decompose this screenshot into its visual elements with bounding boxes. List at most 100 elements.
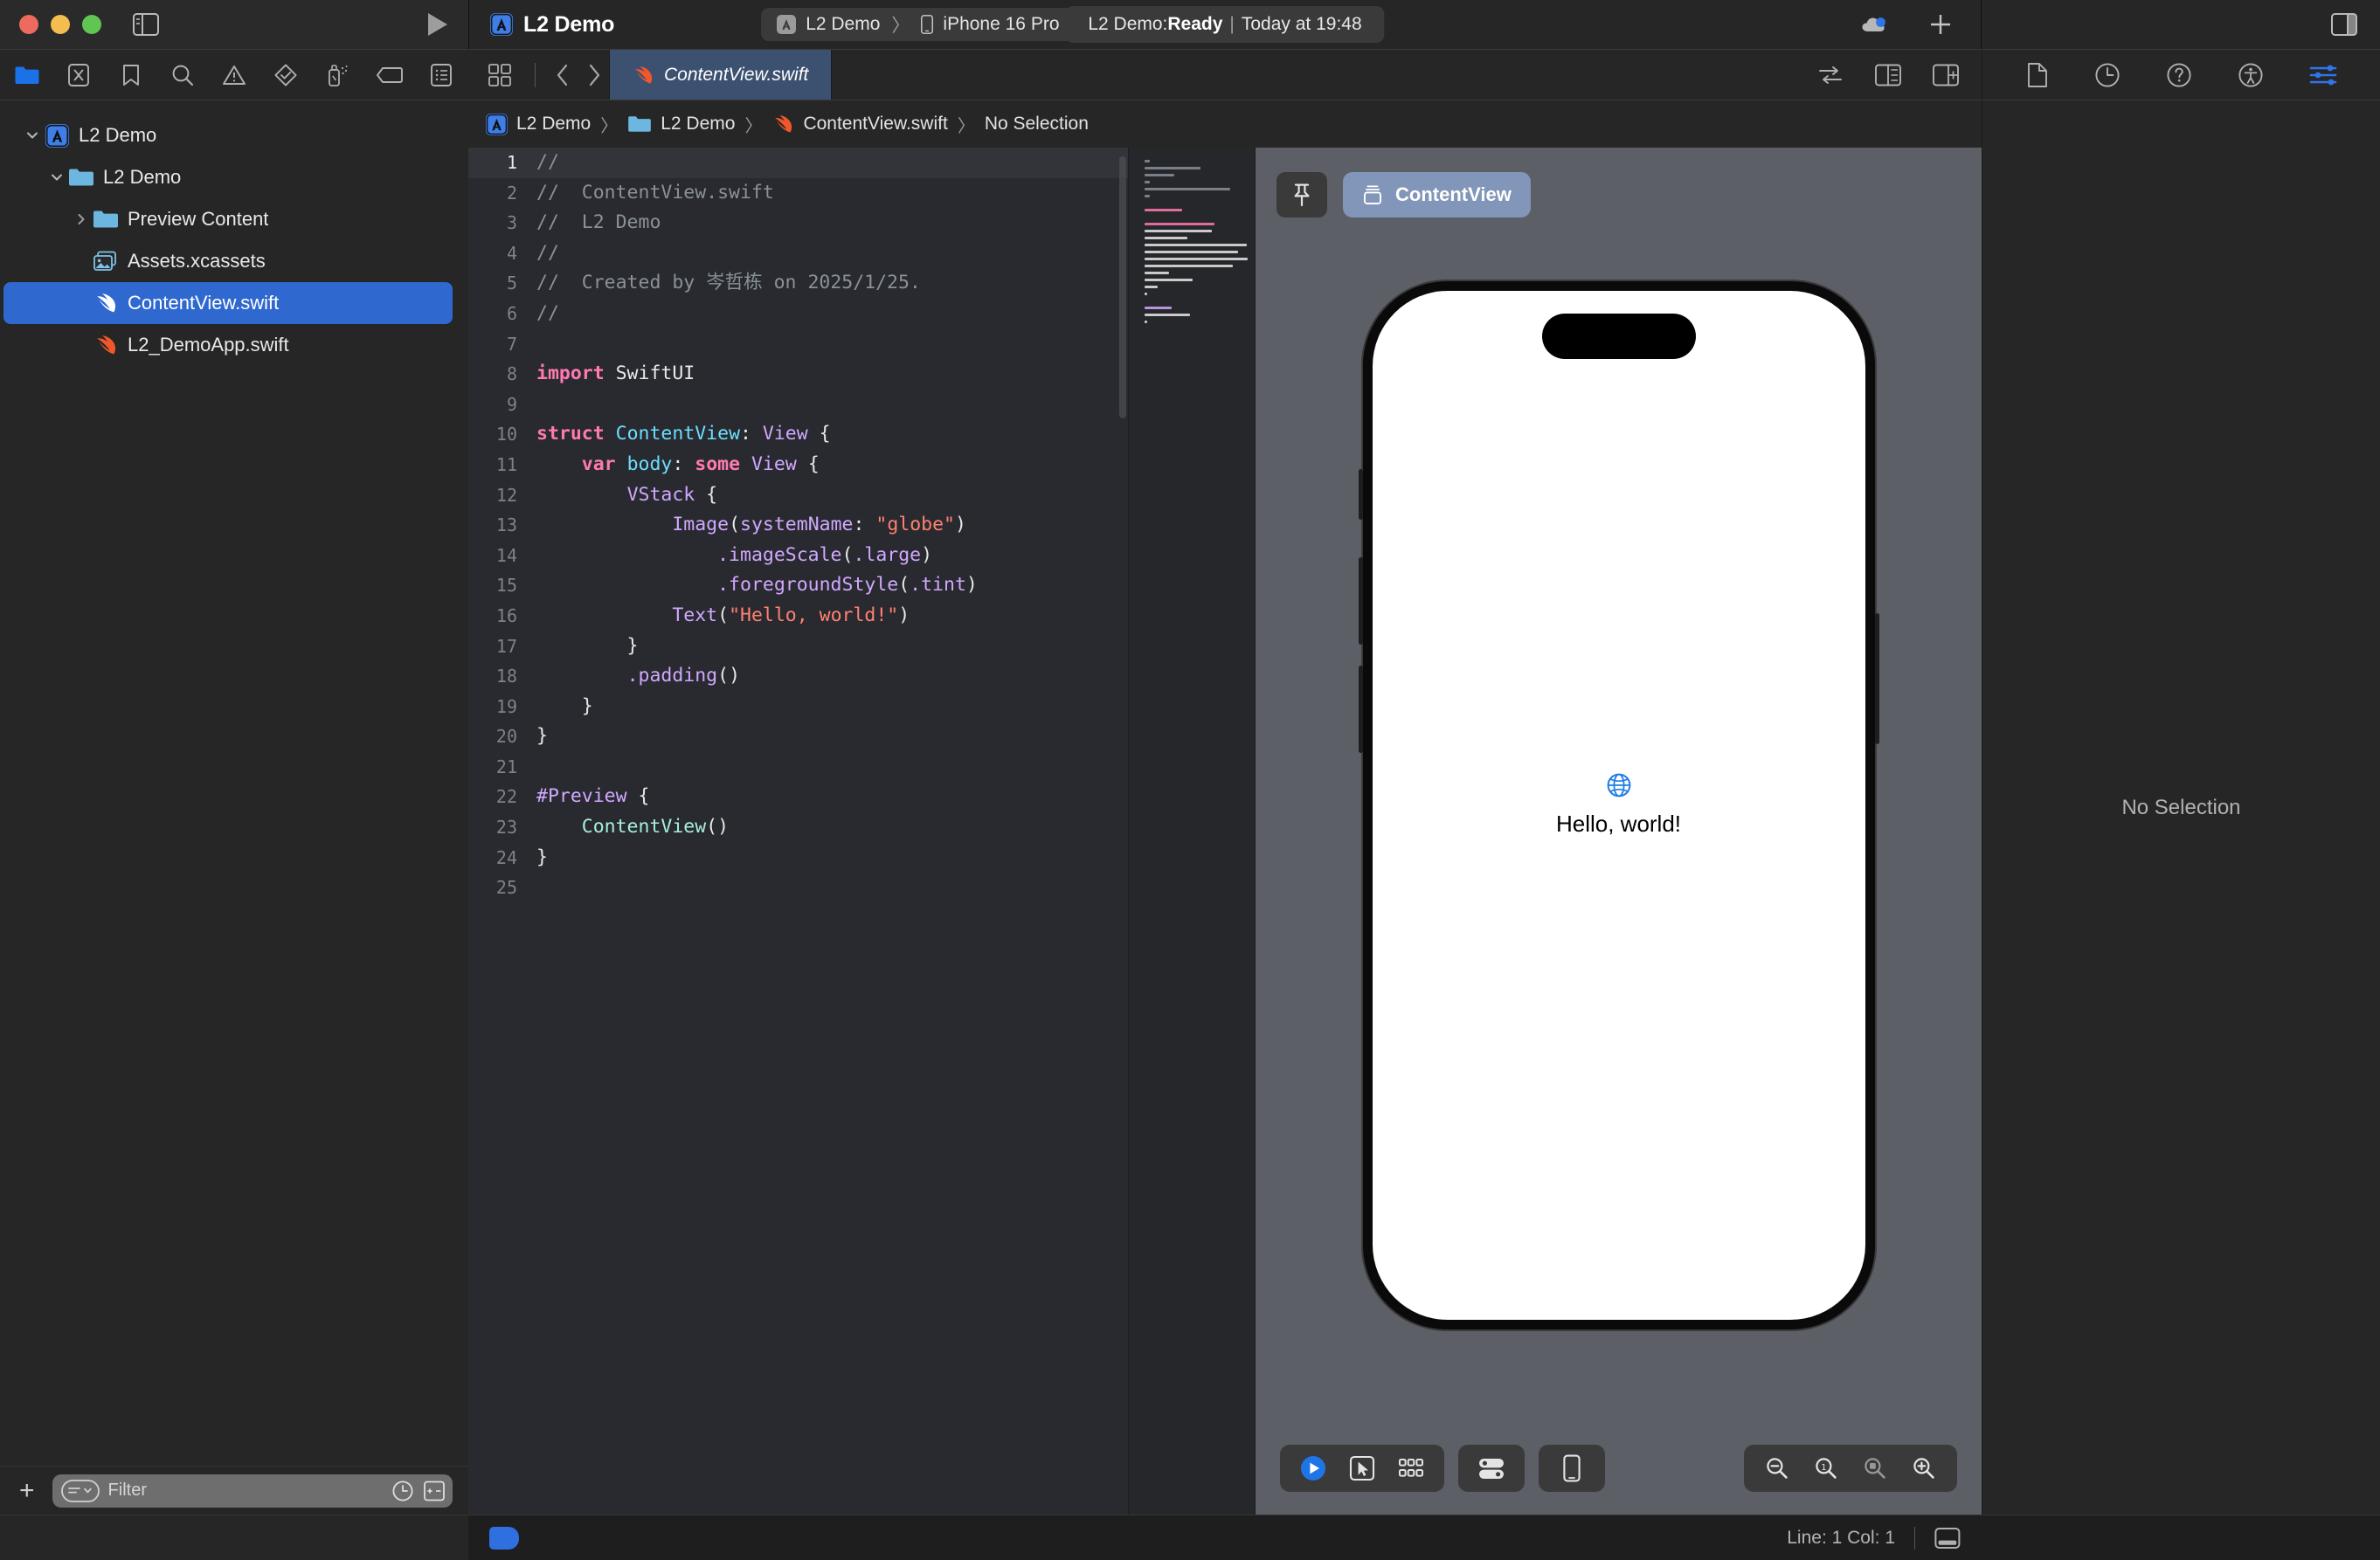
console-toggle-icon[interactable] — [1934, 1527, 1961, 1550]
cloud-status-icon[interactable] — [1860, 14, 1890, 35]
zoom-out-icon[interactable] — [1753, 1445, 1802, 1492]
sliders-icon[interactable] — [2309, 64, 2337, 86]
clock-icon[interactable] — [391, 1480, 414, 1502]
code-line[interactable]: 18 .padding() — [468, 661, 1128, 692]
breadcrumb-item-file[interactable]: ContentView.swift — [771, 114, 948, 135]
search-placeholder: Filter — [107, 1481, 147, 1500]
spray-can-icon[interactable] — [323, 60, 353, 90]
zoom-100-icon[interactable]: 1 — [1802, 1445, 1851, 1492]
code-line[interactable]: 10 struct ContentView: View { — [468, 419, 1128, 450]
code-minimap[interactable] — [1128, 148, 1255, 1515]
line-number: 23 — [495, 817, 517, 839]
tree-item-group-l2demo[interactable]: L2 Demo — [3, 156, 453, 198]
preview-variants-icon[interactable] — [1387, 1445, 1436, 1492]
inspector-toggle-icon[interactable] — [2331, 13, 2357, 36]
window-traffic-lights[interactable] — [19, 15, 101, 34]
code-line[interactable]: 22 #Preview { — [468, 782, 1128, 812]
scheme-name: L2 Demo — [806, 14, 881, 34]
sidebar-toggle-icon[interactable] — [133, 13, 159, 36]
expand-all-icon[interactable] — [423, 1480, 446, 1502]
question-circle-icon[interactable] — [2166, 62, 2192, 88]
bookmark-icon[interactable] — [116, 60, 146, 90]
zoom-fit-icon[interactable] — [1851, 1445, 1899, 1492]
code-line[interactable]: 14 .imageScale(.large) — [468, 541, 1128, 571]
adjust-editor-icon[interactable] — [1875, 64, 1901, 86]
code-line[interactable]: 8 import SwiftUI — [468, 359, 1128, 390]
breadcrumb-item-project[interactable]: L2 Demo — [486, 113, 591, 135]
run-play-icon[interactable] — [426, 11, 449, 38]
warning-triangle-icon[interactable] — [219, 60, 249, 90]
preview-view-selector[interactable]: ContentView — [1343, 172, 1531, 217]
code-line[interactable]: 23 ContentView() — [468, 812, 1128, 843]
tree-item-assets[interactable]: Assets.xcassets — [3, 240, 453, 282]
diamond-check-icon[interactable] — [271, 60, 301, 90]
folder-icon[interactable] — [12, 60, 42, 90]
titlebar-main: L2 Demo L2 Demo 〉 iPhone 16 Pro L2 Demo:… — [469, 0, 1981, 49]
code-scroll-area[interactable]: 1 // 2 // ContentView.swift 3 // L2 Demo 4 // 5 /… — [468, 148, 1128, 1515]
breadcrumb-item-group[interactable]: L2 Demo — [627, 114, 735, 135]
code-line[interactable]: 5 // Created by 岑哲栋 on 2025/1/25. — [468, 268, 1128, 299]
code-line[interactable]: 7 — [468, 329, 1128, 360]
minimize-window-button[interactable] — [51, 15, 70, 34]
zoom-window-button[interactable] — [82, 15, 101, 34]
code-line[interactable]: 6 // — [468, 299, 1128, 329]
forward-chevron-icon[interactable] — [586, 63, 602, 87]
pin-icon[interactable] — [1276, 172, 1327, 217]
code-line[interactable]: 4 // — [468, 238, 1128, 269]
code-line[interactable]: 16 Text("Hello, world!") — [468, 601, 1128, 632]
related-items-icon[interactable] — [488, 63, 512, 87]
code-line[interactable]: 2 // ContentView.swift — [468, 178, 1128, 209]
chevron-right-icon[interactable] — [70, 208, 93, 231]
filter-scope-icon[interactable] — [60, 1479, 100, 1502]
status-badge[interactable]: L2 Demo: Ready | Today at 19:48 — [1065, 6, 1385, 43]
tree-item-project[interactable]: L2 Demo — [3, 114, 453, 156]
accessibility-icon[interactable] — [2238, 62, 2264, 88]
code-line[interactable]: 12 VStack { — [468, 480, 1128, 511]
code-line[interactable]: 17 } — [468, 632, 1128, 662]
line-number: 7 — [506, 333, 517, 355]
code-line[interactable]: 25 — [468, 873, 1128, 903]
breadcrumb-item-selection[interactable]: No Selection — [985, 114, 1089, 135]
tree-item-preview-content[interactable]: Preview Content — [3, 198, 453, 240]
report-list-icon[interactable] — [426, 60, 456, 90]
tab-contentview-swift[interactable]: ContentView.swift — [609, 50, 833, 100]
code-line[interactable]: 1 // — [468, 148, 1128, 178]
document-icon[interactable] — [2026, 62, 2049, 88]
tree-item-l2demoapp-swift[interactable]: L2_DemoApp.swift — [3, 324, 453, 366]
chevron-down-icon[interactable] — [21, 124, 44, 147]
code-text: // ContentView.swift — [536, 181, 774, 204]
add-plus-icon[interactable] — [1928, 12, 1953, 37]
source-editor[interactable]: 1 // 2 // ContentView.swift 3 // L2 Demo 4 // 5 /… — [468, 148, 1255, 1515]
breakpoint-tag-icon[interactable] — [375, 60, 405, 90]
preview-play-icon[interactable] — [1289, 1445, 1338, 1492]
device-iphone-icon[interactable] — [1547, 1445, 1596, 1492]
code-review-icon[interactable] — [1817, 64, 1844, 86]
back-chevron-icon[interactable] — [555, 63, 571, 87]
add-editor-icon[interactable] — [1933, 64, 1959, 86]
zoom-in-icon[interactable] — [1899, 1445, 1948, 1492]
tree-item-label: Preview Content — [128, 208, 269, 230]
preview-canvas[interactable]: ContentView Hello, world! 1 — [1255, 148, 1982, 1515]
code-line[interactable]: 15 .foregroundStyle(.tint) — [468, 570, 1128, 601]
search-input[interactable]: Filter — [52, 1474, 453, 1508]
scheme-destination-selector[interactable]: L2 Demo 〉 iPhone 16 Pro — [761, 8, 1076, 41]
code-line[interactable]: 3 // L2 Demo — [468, 208, 1128, 238]
tree-item-contentview-swift[interactable]: ContentView.swift — [3, 282, 453, 324]
source-control-icon[interactable] — [64, 60, 93, 90]
code-line[interactable]: 20} — [468, 721, 1128, 752]
add-file-button[interactable]: + — [16, 1477, 38, 1504]
chevron-down-icon[interactable] — [45, 166, 68, 189]
code-line[interactable]: 11 var body: some View { — [468, 450, 1128, 480]
code-line[interactable]: 9 — [468, 390, 1128, 420]
device-settings-icon[interactable] — [1467, 1445, 1516, 1492]
search-icon[interactable] — [168, 60, 197, 90]
breakpoint-tag-icon[interactable] — [489, 1526, 519, 1550]
device-screen[interactable]: Hello, world! — [1372, 290, 1865, 1320]
close-window-button[interactable] — [19, 15, 38, 34]
code-line[interactable]: 13 Image(systemName: "globe") — [468, 510, 1128, 541]
code-line[interactable]: 19 } — [468, 692, 1128, 722]
clock-icon[interactable] — [2094, 62, 2121, 88]
preview-select-icon[interactable] — [1338, 1445, 1387, 1492]
code-line[interactable]: 21 — [468, 752, 1128, 783]
code-line[interactable]: 24} — [468, 843, 1128, 873]
